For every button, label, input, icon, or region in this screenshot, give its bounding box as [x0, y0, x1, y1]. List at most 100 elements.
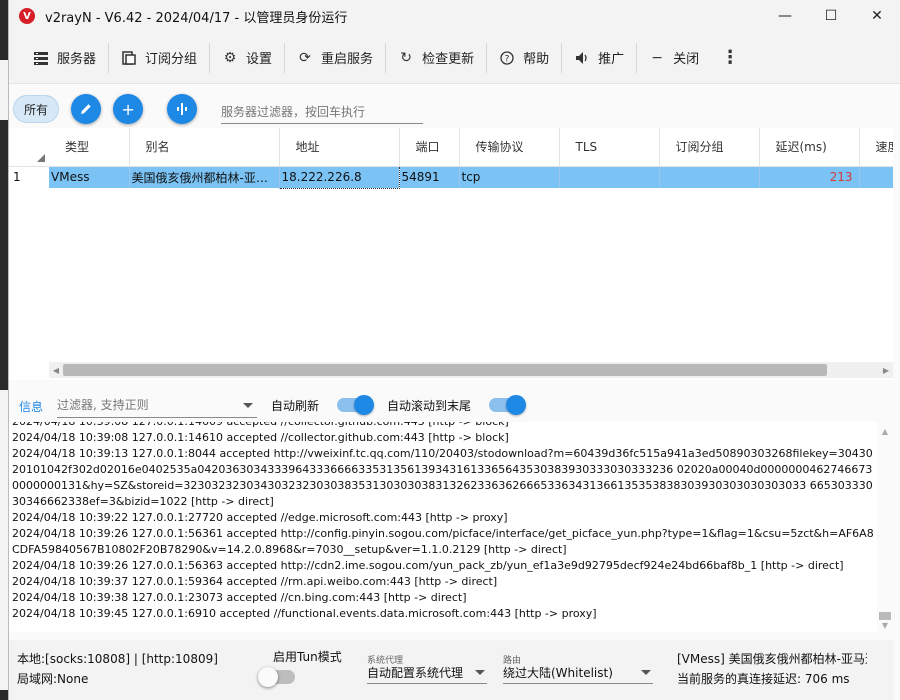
log-line: 2024/04/18 10:39:13 127.0.0.1:8044 accep…	[12, 447, 873, 508]
scroll-left-icon[interactable]: ◀	[49, 362, 63, 378]
filter-all-chip[interactable]: 所有	[13, 95, 60, 123]
column-header-tls[interactable]: TLS	[559, 128, 660, 167]
auto-scroll-label: 自动滚动到末尾	[387, 398, 472, 413]
auto-refresh-label: 自动刷新	[271, 398, 320, 413]
toolbar-divider	[209, 42, 211, 73]
server-filter-input[interactable]	[221, 94, 424, 124]
cell-address[interactable]: 18.222.226.8	[278, 165, 400, 189]
main-toolbar: 服务器 订阅分组 ⚙ 设置 ⟳ 重启服务 ↻ 检查更新 ? 帮助 推广 − 关闭…	[9, 32, 900, 84]
cell-tls[interactable]	[559, 166, 660, 188]
select-all-corner[interactable]	[9, 128, 49, 167]
column-header-network[interactable]: 传输协议	[459, 128, 560, 167]
close-app-button[interactable]: − 关闭	[639, 43, 709, 73]
scroll-up-icon[interactable]: ▲	[877, 424, 893, 438]
lan-text: 局域网:None	[17, 672, 89, 686]
maximize-button[interactable]: ☐	[808, 0, 854, 32]
current-server-text: [VMess] 美国俄亥俄州都柏林-亚马逊云	[677, 652, 867, 666]
toolbar-divider	[284, 42, 286, 73]
server-filter-row: 所有 +	[9, 84, 900, 134]
column-header-address[interactable]: 地址	[279, 128, 400, 167]
servers-button[interactable]: 服务器	[23, 43, 106, 73]
server-table: 类型 别名 地址 端口 传输协议 TLS 订阅分组 延迟(ms) 速度 1 VM…	[9, 128, 893, 380]
test-servers-button[interactable]	[167, 94, 198, 124]
more-options-icon[interactable]: ⋮	[709, 47, 751, 68]
toolbar-divider	[636, 42, 638, 73]
settings-label: 设置	[246, 52, 273, 67]
sysproxy-select[interactable]: 自动配置系统代理	[367, 662, 487, 684]
close-label: 关闭	[673, 52, 700, 67]
toggle-knob	[354, 395, 375, 415]
auto-refresh-toggle[interactable]	[337, 395, 375, 415]
routing-value: 绕过大陆(Whitelist)	[503, 666, 613, 680]
log-toolbar: 信息 自动刷新 自动滚动到末尾	[9, 388, 893, 422]
tun-mode-toggle[interactable]	[258, 667, 295, 687]
check-update-label: 检查更新	[422, 52, 475, 67]
toggle-knob	[506, 395, 527, 415]
sysproxy-value: 自动配置系统代理	[367, 666, 464, 680]
pencil-icon	[81, 104, 91, 114]
scroll-right-icon[interactable]: ▶	[879, 362, 893, 378]
column-header-subgroup[interactable]: 订阅分组	[659, 128, 760, 167]
log-filter-input[interactable]	[57, 392, 258, 418]
edit-server-button[interactable]	[71, 94, 102, 124]
log-line: 2024/04/18 10:39:26 127.0.0.1:56363 acce…	[12, 559, 844, 572]
server-list-icon	[33, 50, 49, 66]
window-title: v2rayN - V6.42 - 2024/04/17 - 以管理员身份运行	[45, 10, 348, 26]
svg-text:?: ?	[505, 54, 510, 64]
minimize-button[interactable]: —	[762, 0, 808, 32]
column-header-delay[interactable]: 延迟(ms)	[759, 128, 860, 167]
cell-subgroup[interactable]	[659, 166, 760, 188]
row-index: 1	[9, 166, 49, 188]
help-button[interactable]: ? 帮助	[489, 43, 559, 73]
scroll-down-icon[interactable]: ▼	[877, 618, 893, 632]
cell-type[interactable]: VMess	[49, 166, 130, 188]
cell-speed[interactable]	[859, 166, 893, 188]
toggle-knob	[258, 667, 278, 687]
settings-button[interactable]: ⚙ 设置	[212, 43, 282, 73]
sub-group-label: 订阅分组	[145, 52, 198, 67]
help-label: 帮助	[523, 52, 550, 67]
cell-network[interactable]: tcp	[459, 166, 560, 188]
log-vertical-scrollbar[interactable]: ▲ ▼	[877, 422, 893, 634]
info-tab[interactable]: 信息	[19, 396, 43, 415]
log-line: 2024/04/18 10:39:37 127.0.0.1:59364 acce…	[12, 575, 498, 588]
log-line: 2024/04/18 10:39:22 127.0.0.1:27720 acce…	[12, 511, 508, 524]
cell-port[interactable]: 54891	[399, 166, 460, 188]
update-icon: ↻	[400, 49, 412, 66]
toolbar-divider	[385, 42, 387, 73]
check-update-button[interactable]: ↻ 检查更新	[388, 43, 484, 73]
add-server-button[interactable]: +	[113, 94, 144, 124]
log-line: 2024/04/18 10:39:45 127.0.0.1:6910 accep…	[12, 607, 597, 620]
column-header-alias[interactable]: 别名	[129, 128, 280, 167]
speaker-icon	[574, 50, 590, 66]
table-horizontal-scrollbar[interactable]: ◀ ▶	[49, 362, 893, 378]
title-bar: V v2rayN - V6.42 - 2024/04/17 - 以管理员身份运行…	[9, 0, 900, 32]
app-window: V v2rayN - V6.42 - 2024/04/17 - 以管理员身份运行…	[8, 0, 900, 700]
scrollbar-thumb[interactable]	[63, 364, 827, 376]
restart-service-button[interactable]: ⟳ 重启服务	[287, 43, 383, 73]
close-window-button[interactable]: ✕	[854, 0, 900, 32]
routing-select[interactable]: 绕过大陆(Whitelist)	[503, 662, 653, 684]
column-header-type[interactable]: 类型	[49, 128, 130, 167]
help-icon: ?	[499, 50, 515, 66]
cell-delay[interactable]: 213	[759, 166, 860, 188]
chevron-down-icon[interactable]	[243, 402, 254, 408]
column-header-speed[interactable]: 速度	[859, 128, 893, 167]
log-line: 2024/04/18 10:39:38 127.0.0.1:23073 acce…	[12, 591, 467, 604]
refresh-icon: ⟳	[299, 49, 311, 66]
plus-icon: +	[121, 99, 135, 119]
cell-alias[interactable]: 美国俄亥俄州都柏林-亚马逊云	[129, 166, 280, 188]
table-header-row: 类型 别名 地址 端口 传输协议 TLS 订阅分组 延迟(ms) 速度	[9, 128, 893, 167]
chevron-down-icon	[475, 670, 485, 675]
toolbar-divider	[486, 42, 488, 73]
column-header-port[interactable]: 端口	[399, 128, 460, 167]
promote-button[interactable]: 推广	[564, 43, 634, 73]
log-output[interactable]: 2024/04/18 10:39:08 127.0.0.1:14609 acce…	[9, 422, 877, 632]
table-row[interactable]: 1 VMess 美国俄亥俄州都柏林-亚马逊云 18.222.226.8 5489…	[9, 165, 893, 189]
auto-scroll-toggle[interactable]	[489, 395, 527, 415]
current-delay-text: 当前服务的真连接延迟: 706 ms	[677, 672, 850, 686]
speedtest-icon	[177, 103, 188, 115]
toolbar-divider	[108, 42, 110, 73]
gear-icon: ⚙	[223, 49, 237, 66]
sub-group-button[interactable]: 订阅分组	[111, 43, 207, 73]
